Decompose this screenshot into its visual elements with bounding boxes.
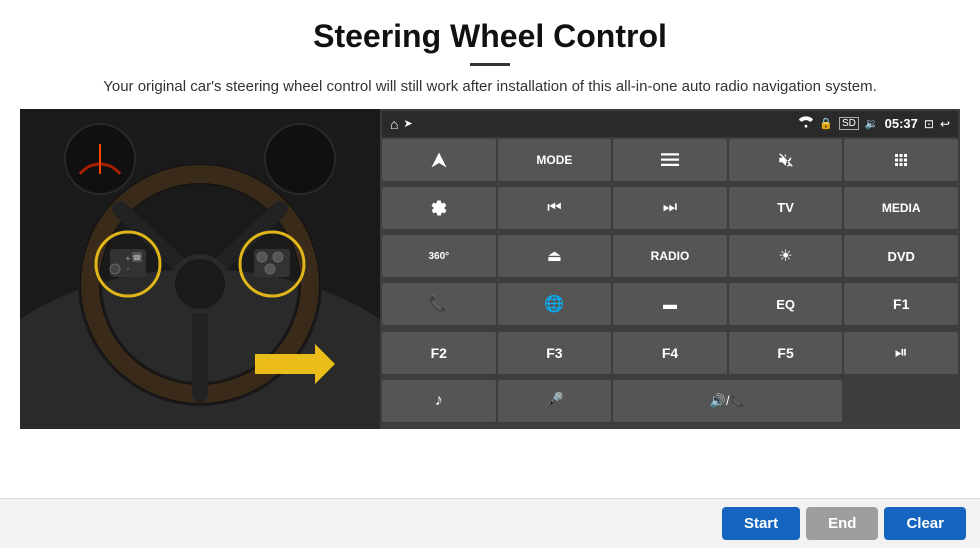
time-display: 05:37 xyxy=(885,116,918,131)
svg-text:-: - xyxy=(127,264,130,273)
usb-btn[interactable]: ▬ xyxy=(613,283,727,325)
sd-icon: SD xyxy=(839,117,859,130)
media-btn[interactable]: MEDIA xyxy=(844,187,958,229)
arrow-icon: ➤ xyxy=(403,117,412,130)
clear-button[interactable]: Clear xyxy=(884,507,966,540)
f1-btn[interactable]: F1 xyxy=(844,283,958,325)
mute-btn[interactable] xyxy=(729,139,843,181)
svg-text:☎: ☎ xyxy=(133,254,142,262)
apps-btn[interactable] xyxy=(844,139,958,181)
phone-btn[interactable]: 📞 xyxy=(382,283,496,325)
navigate-btn[interactable] xyxy=(382,139,496,181)
status-bar: ⌂ ➤ 🔒 SD 🔉 05:37 ⊡ ↩ xyxy=(382,111,958,137)
control-panel: ⌂ ➤ 🔒 SD 🔉 05:37 ⊡ ↩ MODE xyxy=(380,109,960,429)
music-btn[interactable]: ♪ xyxy=(382,380,496,422)
wifi-icon xyxy=(799,116,813,131)
360-btn[interactable]: 360° xyxy=(382,235,496,277)
vol-toggle-btn[interactable]: 🔊/📞 xyxy=(613,380,842,422)
svg-text:+: + xyxy=(126,254,131,263)
f3-btn[interactable]: F3 xyxy=(498,332,612,374)
page-subtitle: Your original car's steering wheel contr… xyxy=(40,76,940,99)
next-btn[interactable]: ⏭ xyxy=(613,187,727,229)
f4-btn[interactable]: F4 xyxy=(613,332,727,374)
f5-btn[interactable]: F5 xyxy=(729,332,843,374)
title-divider xyxy=(470,63,510,66)
eq-btn[interactable]: EQ xyxy=(729,283,843,325)
bottom-buttons-area: Start End Clear xyxy=(0,498,980,548)
play-pause-btn[interactable]: ⏯ xyxy=(844,332,958,374)
settings-btn[interactable] xyxy=(382,187,496,229)
eject-btn[interactable]: ⏏ xyxy=(498,235,612,277)
bt-icon: 🔉 xyxy=(865,117,879,130)
steering-wheel-image: + - ☎ xyxy=(20,109,380,429)
start-button[interactable]: Start xyxy=(722,507,800,540)
back-icon: ↩ xyxy=(940,117,950,131)
dvd-btn[interactable]: DVD xyxy=(844,235,958,277)
prev-btn[interactable]: ⏮ xyxy=(498,187,612,229)
mic-btn[interactable]: 🎤 xyxy=(498,380,612,422)
list-btn[interactable] xyxy=(613,139,727,181)
page-header: Steering Wheel Control Your original car… xyxy=(0,0,980,109)
tv-btn[interactable]: TV xyxy=(729,187,843,229)
lock-icon: 🔒 xyxy=(819,117,833,130)
page-title: Steering Wheel Control xyxy=(40,18,940,55)
nav2-btn[interactable]: 🌐 xyxy=(498,283,612,325)
radio-btn[interactable]: RADIO xyxy=(613,235,727,277)
home-icon[interactable]: ⌂ xyxy=(390,116,398,132)
screen-icon: ⊡ xyxy=(924,117,934,131)
end-button[interactable]: End xyxy=(806,507,878,540)
mode-btn[interactable]: MODE xyxy=(498,139,612,181)
f2-btn[interactable]: F2 xyxy=(382,332,496,374)
brightness-btn[interactable]: ☀ xyxy=(729,235,843,277)
